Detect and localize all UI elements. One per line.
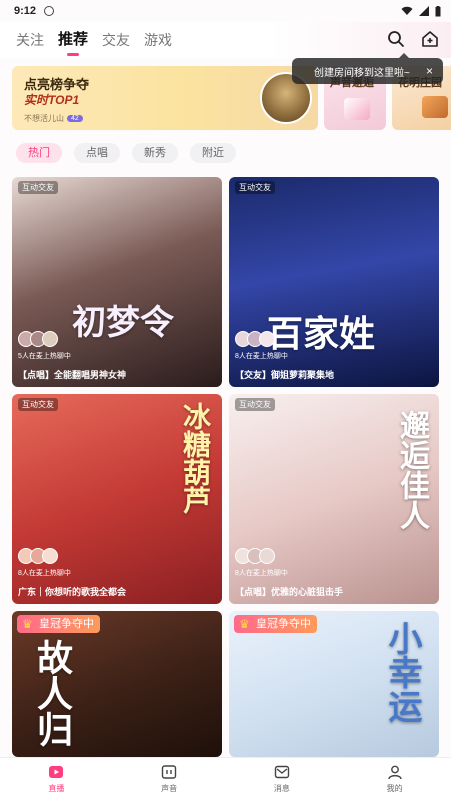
room-card[interactable]: 皇冠争夺中 故人归 xyxy=(12,611,222,757)
create-room-tooltip: 创建房间移到这里啦~ × xyxy=(292,53,443,84)
nav-live[interactable]: 直播 xyxy=(0,758,113,801)
profile-icon xyxy=(387,765,402,780)
room-title: 【交友】御姐萝莉聚集地 xyxy=(235,370,335,380)
nav-messages[interactable]: 消息 xyxy=(226,758,339,801)
top-actions xyxy=(387,30,439,48)
room-badge: 互动交友 xyxy=(18,181,58,194)
status-bar: 9:12 xyxy=(0,0,451,22)
notification-icon xyxy=(44,6,55,16)
room-online-count: 8人在麦上热聊中 xyxy=(18,570,71,577)
top-bar: 关注 推荐 交友 游戏 xyxy=(0,22,451,58)
room-participants xyxy=(235,331,275,347)
signal-icon xyxy=(419,6,429,16)
nav-profile[interactable]: 我的 xyxy=(338,758,451,801)
tooltip-close-button[interactable]: × xyxy=(426,64,433,78)
room-badge: 互动交友 xyxy=(235,181,275,194)
live-icon xyxy=(49,766,64,778)
room-online-count: 8人在麦上热聊中 xyxy=(235,353,288,360)
crown-badge: 皇冠争夺中 xyxy=(17,615,100,633)
room-art-title: 邂逅佳人 xyxy=(394,410,429,530)
room-art-title: 冰糖葫芦 xyxy=(180,402,211,514)
room-participants xyxy=(18,331,58,347)
create-room-icon[interactable] xyxy=(421,30,439,48)
room-participants xyxy=(235,548,275,564)
room-online-count: 8人在麦上热聊中 xyxy=(235,570,288,577)
tab-follow[interactable]: 关注 xyxy=(16,30,44,50)
banner-subtitle: 实时TOP1 xyxy=(24,93,80,107)
gift-icon xyxy=(344,98,370,120)
room-art-title: 故人归 xyxy=(31,639,73,747)
room-card[interactable]: 皇冠争夺中 小幸运 xyxy=(229,611,439,757)
search-icon[interactable] xyxy=(387,30,405,48)
message-icon xyxy=(274,765,290,779)
voice-icon xyxy=(161,765,177,779)
status-icons xyxy=(401,5,441,17)
tab-friends[interactable]: 交友 xyxy=(102,30,130,50)
room-art-title: 小幸运 xyxy=(382,621,422,723)
room-card[interactable]: 互动交友 百家姓 8人在麦上热聊中 【交友】御姐萝莉聚集地 xyxy=(229,177,439,387)
room-art-title: 初梦令 xyxy=(72,303,174,343)
nav-messages-label: 消息 xyxy=(273,784,290,793)
room-badge: 互动交友 xyxy=(18,398,58,411)
nav-voice-label: 声音 xyxy=(161,784,178,793)
tab-recommend[interactable]: 推荐 xyxy=(58,30,88,56)
filter-chips: 热门 点唱 新秀 附近 xyxy=(16,143,236,163)
status-time: 9:12 xyxy=(14,5,37,17)
chip-hot[interactable]: 热门 xyxy=(16,143,62,163)
nav-live-label: 直播 xyxy=(48,784,65,793)
nav-profile-label: 我的 xyxy=(386,784,403,793)
chip-sing[interactable]: 点唱 xyxy=(74,143,120,163)
chip-nearby[interactable]: 附近 xyxy=(190,143,236,163)
room-title: 【点唱】全能翻唱男神女神 xyxy=(18,370,127,380)
tooltip-text: 创建房间移到这里啦~ xyxy=(314,67,410,79)
bottom-nav: 直播 声音 消息 我的 xyxy=(0,757,451,801)
room-participants xyxy=(18,548,58,564)
room-art-title: 百家姓 xyxy=(267,313,376,355)
room-card[interactable]: 互动交友 冰糖葫芦 8人在麦上热聊中 广东｜你想听的歌我全都会 xyxy=(12,394,222,604)
room-online-count: 5人在麦上热聊中 xyxy=(18,353,71,360)
room-grid: 互动交友 初梦令 5人在麦上热聊中 【点唱】全能翻唱男神女神 互动交友 百家姓 … xyxy=(12,177,439,757)
room-title: 广东｜你想听的歌我全都会 xyxy=(18,587,127,597)
top-tabs: 关注 推荐 交友 游戏 xyxy=(16,30,172,56)
wifi-icon xyxy=(401,6,413,15)
room-card[interactable]: 互动交友 邂逅佳人 8人在麦上热聊中 【点唱】优雅的心脏狙击手 xyxy=(229,394,439,604)
room-badge: 互动交友 xyxy=(235,398,275,411)
nav-voice[interactable]: 声音 xyxy=(113,758,226,801)
banner-note-text: 不想活儿山 xyxy=(24,114,64,123)
room-card[interactable]: 互动交友 初梦令 5人在麦上热聊中 【点唱】全能翻唱男神女神 xyxy=(12,177,222,387)
battery-icon xyxy=(435,5,441,16)
crown-badge: 皇冠争夺中 xyxy=(234,615,317,633)
banner-note: 不想活儿山 42 xyxy=(24,113,83,124)
rank-banner[interactable]: 点亮榜争夺 实时TOP1 不想活儿山 42 xyxy=(12,66,318,130)
manor-icon xyxy=(422,96,448,118)
chip-newcomer[interactable]: 新秀 xyxy=(132,143,178,163)
room-title: 【点唱】优雅的心脏狙击手 xyxy=(235,587,344,597)
banner-note-count: 42 xyxy=(67,115,83,122)
tab-games[interactable]: 游戏 xyxy=(144,30,172,50)
